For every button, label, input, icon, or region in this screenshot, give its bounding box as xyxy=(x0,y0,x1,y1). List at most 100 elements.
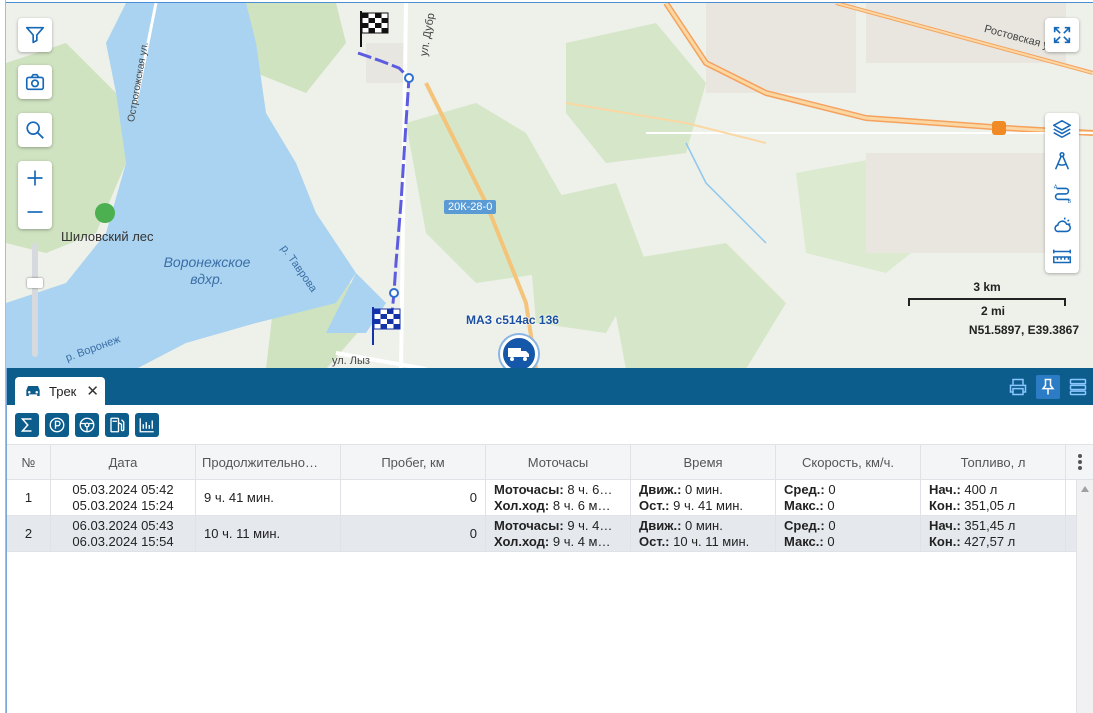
parking-icon xyxy=(49,417,65,433)
scroll-up-arrow-icon[interactable] xyxy=(1081,486,1089,492)
tab-close-button[interactable]: ✕ xyxy=(86,382,99,400)
parking-button[interactable] xyxy=(45,413,69,437)
tab-track[interactable]: Трек ✕ xyxy=(15,377,105,405)
max-value: 0 xyxy=(823,533,835,549)
move-label: Движ.: xyxy=(639,481,682,497)
cell-num: 2 xyxy=(7,516,51,551)
fuel-end-line: Кон.: 351,05 л xyxy=(929,498,1057,514)
move-label: Движ.: xyxy=(639,517,682,533)
cell-fuel: Нач.: 400 л Кон.: 351,05 л xyxy=(921,480,1066,515)
cell-date: 05.03.2024 05:42 05.03.2024 15:24 xyxy=(51,480,196,515)
chart-icon xyxy=(139,418,154,433)
date-end: 05.03.2024 15:24 xyxy=(72,497,174,513)
track-panel: Трек ✕ № Дата Продолжительно… Пробег, км… xyxy=(6,368,1093,713)
stop-line: Ост.: 10 ч. 11 мин. xyxy=(639,534,767,550)
route-ab-icon: AB xyxy=(1054,184,1072,204)
ruler-button[interactable] xyxy=(1045,241,1079,273)
camera-icon xyxy=(25,73,45,91)
ruler-icon xyxy=(1053,249,1071,264)
pin-button[interactable] xyxy=(1036,375,1060,399)
col-header-duration[interactable]: Продолжительно… xyxy=(196,445,341,479)
screenshot-button[interactable] xyxy=(18,65,52,99)
chart-button[interactable] xyxy=(135,413,159,437)
layers-button[interactable] xyxy=(1045,113,1079,145)
table-header: № Дата Продолжительно… Пробег, км Моточа… xyxy=(7,444,1093,480)
app-root: Шиловский лес Воронежское вдхр. р. Тавро… xyxy=(0,0,1093,713)
fuel-end-line: Кон.: 427,57 л xyxy=(929,534,1057,550)
cell-date: 06.03.2024 05:43 06.03.2024 15:54 xyxy=(51,516,196,551)
vehicle-label[interactable]: МАЗ с514ас 136 xyxy=(466,313,559,327)
max-line: Макс.: 0 xyxy=(784,498,912,514)
zoom-in-button[interactable] xyxy=(18,161,52,195)
minus-icon xyxy=(27,211,43,213)
fuel-start-value: 351,45 л xyxy=(960,517,1016,533)
table-row[interactable]: 2 06.03.2024 05:43 06.03.2024 15:54 10 ч… xyxy=(7,516,1093,552)
layers-icon xyxy=(1052,119,1072,139)
stop-value: 9 ч. 41 мин. xyxy=(669,497,744,513)
rows-layout-icon xyxy=(1069,378,1087,396)
scale-mi-label: 2 mi xyxy=(980,304,1005,318)
search-button[interactable] xyxy=(18,113,52,147)
col-header-date[interactable]: Дата xyxy=(51,445,196,479)
col-header-motohours[interactable]: Моточасы xyxy=(486,445,631,479)
zoom-controls xyxy=(18,161,52,229)
pin-icon xyxy=(1041,378,1055,395)
mileage-value: 0 xyxy=(469,525,477,541)
print-button[interactable] xyxy=(1006,375,1030,399)
cursor-coordinates: N51.5897, E39.3867 xyxy=(968,323,1079,337)
stop-label: Ост.: xyxy=(639,533,670,549)
table-scrollbar[interactable] xyxy=(1076,480,1093,713)
motohours-value: 8 ч. 6… xyxy=(563,481,613,497)
table-row[interactable]: 1 05.03.2024 05:42 05.03.2024 15:24 9 ч.… xyxy=(7,480,1093,516)
map-label-lyzo: ул. Лыз xyxy=(332,355,370,367)
fuel-start-line: Нач.: 400 л xyxy=(929,482,1057,498)
layout-button[interactable] xyxy=(1066,375,1090,399)
move-line: Движ.: 0 мин. xyxy=(639,482,767,498)
move-line: Движ.: 0 мин. xyxy=(639,518,767,534)
col-header-time[interactable]: Время xyxy=(631,445,776,479)
fuel-end-label: Кон.: xyxy=(929,497,961,513)
weather-button[interactable] xyxy=(1045,209,1079,241)
driving-button[interactable] xyxy=(75,413,99,437)
summary-button[interactable] xyxy=(15,413,39,437)
fuel-start-label: Нач.: xyxy=(929,517,961,533)
idle-label: Хол.ход: xyxy=(494,533,550,549)
motohours-line: Моточасы: 9 ч. 4… xyxy=(494,518,622,534)
zoom-out-button[interactable] xyxy=(18,195,52,229)
sigma-icon xyxy=(20,418,32,432)
fuel-end-value: 427,57 л xyxy=(960,533,1016,549)
duration-value: 10 ч. 11 мин. xyxy=(204,525,281,541)
compass-tool-button[interactable] xyxy=(1045,145,1079,177)
map-label-reservoir: Воронежское вдхр. xyxy=(163,254,251,287)
date-start: 05.03.2024 05:42 xyxy=(72,481,174,497)
col-header-fuel[interactable]: Топливо, л xyxy=(921,445,1066,479)
duration-value: 9 ч. 41 мин. xyxy=(204,489,274,505)
cell-motohours: Моточасы: 9 ч. 4… Хол.ход: 9 ч. 4 м… xyxy=(486,516,631,551)
max-line: Макс.: 0 xyxy=(784,534,912,550)
tab-track-label: Трек xyxy=(49,383,77,399)
cell-num: 1 xyxy=(7,480,51,515)
col-header-speed[interactable]: Скорость, км/ч. xyxy=(776,445,921,479)
col-header-num[interactable]: № xyxy=(7,445,51,479)
route-tool-button[interactable]: AB xyxy=(1045,177,1079,209)
cell-motohours: Моточасы: 8 ч. 6… Хол.ход: 8 ч. 6 м… xyxy=(486,480,631,515)
fuel-end-label: Кон.: xyxy=(929,533,961,549)
column-menu-button[interactable] xyxy=(1066,445,1093,479)
vehicle-marker[interactable] xyxy=(500,335,538,368)
cell-mileage: 0 xyxy=(341,516,486,551)
map-view[interactable]: Шиловский лес Воронежское вдхр. р. Тавро… xyxy=(6,2,1093,368)
zoom-slider-handle[interactable] xyxy=(27,278,43,288)
motohours-label: Моточасы: xyxy=(494,481,564,497)
max-label: Макс.: xyxy=(784,533,824,549)
filter-button[interactable] xyxy=(18,18,52,52)
scale-km-label: 3 km xyxy=(973,280,1001,294)
col-header-mileage[interactable]: Пробег, км xyxy=(341,445,486,479)
zoom-slider-track[interactable] xyxy=(32,243,38,357)
cell-time: Движ.: 0 мин. Ост.: 9 ч. 41 мин. xyxy=(631,480,776,515)
avg-label: Сред.: xyxy=(784,517,825,533)
idle-value: 8 ч. 6 м… xyxy=(549,497,611,513)
fullscreen-button[interactable] xyxy=(1045,18,1079,52)
fuel-button[interactable] xyxy=(105,413,129,437)
idle-line: Хол.ход: 9 ч. 4 м… xyxy=(494,534,622,550)
panel-header-actions xyxy=(1006,375,1090,399)
